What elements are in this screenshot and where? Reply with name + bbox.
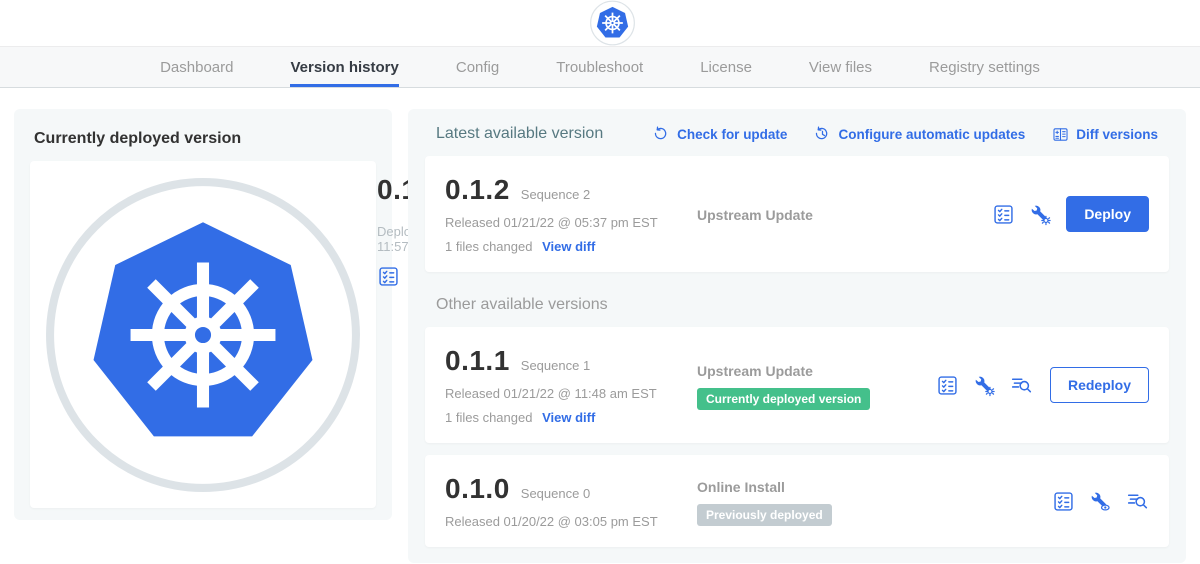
latest-version-title: Latest available version	[436, 125, 603, 143]
schedule-update-icon	[814, 126, 831, 143]
released-timestamp: Released 01/21/22 @ 05:37 pm EST	[445, 215, 697, 230]
diff-versions-label: Diff versions	[1076, 127, 1158, 142]
deploy-button[interactable]: Deploy	[1066, 196, 1149, 232]
main-content: Currently deployed version 0.1.1 Sequenc…	[0, 88, 1200, 564]
version-card-0-1-1: 0.1.1 Sequence 1 Released 01/21/22 @ 11:…	[425, 327, 1169, 443]
version-source-label: Upstream Update	[697, 207, 992, 223]
view-logs-icon[interactable]	[1126, 490, 1149, 513]
kubernetes-logo-icon	[25, 0, 1200, 46]
currently-deployed-panel: Currently deployed version 0.1.1 Sequenc…	[14, 109, 392, 520]
deployed-version-card: 0.1.1 Sequence 1 Deployed 01/21/22 @ 11:…	[30, 161, 376, 508]
tab-dashboard[interactable]: Dashboard	[160, 47, 233, 87]
previously-deployed-badge: Previously deployed	[697, 504, 832, 526]
other-versions-title: Other available versions	[436, 296, 1169, 314]
preflight-checklist-icon[interactable]	[936, 374, 959, 397]
app-logo-icon	[42, 174, 364, 496]
view-config-icon[interactable]	[1089, 490, 1112, 513]
check-for-update-link[interactable]: Check for update	[653, 126, 787, 143]
released-timestamp: Released 01/21/22 @ 11:48 am EST	[445, 386, 697, 401]
preflight-checklist-icon[interactable]	[1052, 490, 1075, 513]
version-source-label: Upstream Update	[697, 363, 936, 379]
tab-license[interactable]: License	[700, 47, 752, 87]
version-number: 0.1.0	[445, 473, 510, 505]
version-number: 0.1.2	[445, 174, 510, 206]
tab-version-history[interactable]: Version history	[290, 47, 398, 87]
released-timestamp: Released 01/20/22 @ 03:05 pm EST	[445, 514, 697, 529]
files-changed-label: 1 files changed	[445, 239, 532, 254]
files-changed-label: 1 files changed	[445, 410, 532, 425]
preflight-checklist-icon[interactable]	[377, 265, 400, 288]
sequence-label: Sequence 1	[521, 358, 590, 373]
view-diff-link[interactable]: View diff	[542, 239, 595, 254]
preflight-checklist-icon[interactable]	[992, 203, 1015, 226]
refresh-icon	[653, 126, 670, 143]
sequence-label: Sequence 2	[521, 187, 590, 202]
diff-icon	[1052, 126, 1069, 143]
version-number: 0.1.1	[445, 345, 510, 377]
edit-config-icon[interactable]	[1029, 203, 1052, 226]
version-history-panel: Latest available version Check for updat…	[408, 109, 1186, 563]
version-card-0-1-0: 0.1.0 Sequence 0 Released 01/20/22 @ 03:…	[425, 455, 1169, 547]
deployed-panel-title: Currently deployed version	[34, 130, 372, 148]
currently-deployed-badge: Currently deployed version	[697, 388, 870, 410]
tab-troubleshoot[interactable]: Troubleshoot	[556, 47, 643, 87]
configure-automatic-updates-link[interactable]: Configure automatic updates	[814, 126, 1025, 143]
tab-view-files[interactable]: View files	[809, 47, 872, 87]
top-bar: Application GitOps Add a new application…	[0, 0, 1200, 46]
view-logs-icon[interactable]	[1010, 374, 1033, 397]
tab-registry-settings[interactable]: Registry settings	[929, 47, 1040, 87]
app-subnav: Dashboard Version history Config Trouble…	[0, 46, 1200, 88]
version-source-label: Online Install	[697, 479, 1052, 495]
version-card-0-1-2: 0.1.2 Sequence 2 Released 01/21/22 @ 05:…	[425, 156, 1169, 272]
sequence-label: Sequence 0	[521, 486, 590, 501]
diff-versions-link[interactable]: Diff versions	[1052, 126, 1158, 143]
view-diff-link[interactable]: View diff	[542, 410, 595, 425]
tab-config[interactable]: Config	[456, 47, 499, 87]
check-for-update-label: Check for update	[677, 127, 787, 142]
edit-config-icon[interactable]	[973, 374, 996, 397]
redeploy-button[interactable]: Redeploy	[1050, 367, 1149, 403]
configure-automatic-updates-label: Configure automatic updates	[838, 127, 1025, 142]
